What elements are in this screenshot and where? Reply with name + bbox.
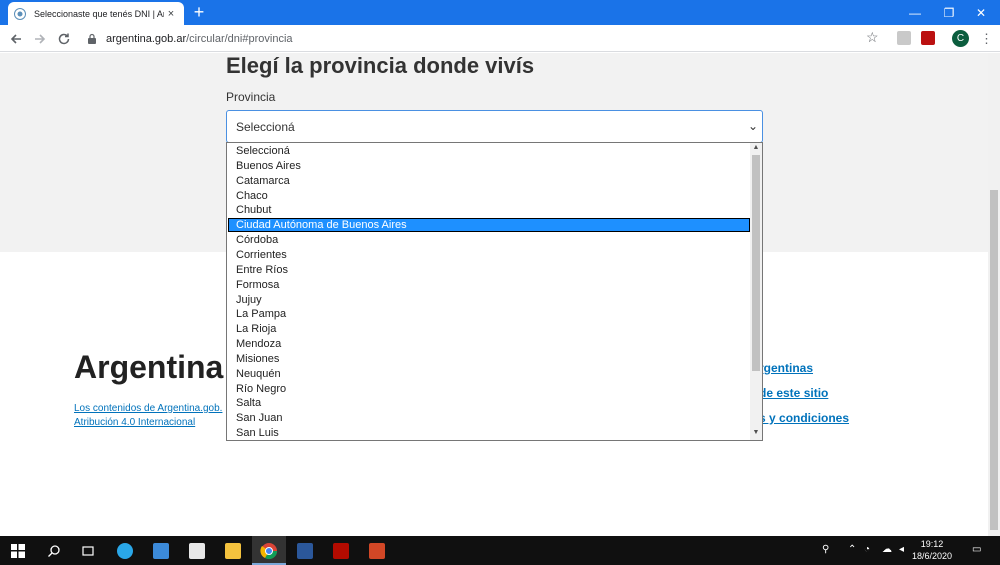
scroll-up-icon[interactable]: ▲ xyxy=(752,144,760,151)
province-label: Provincia xyxy=(226,90,276,104)
page-title: Elegí la provincia donde vivís xyxy=(226,53,535,78)
search-icon[interactable] xyxy=(42,539,66,563)
word-icon[interactable] xyxy=(293,539,317,563)
province-dropdown-list: Seleccioná Buenos Aires Catamarca Chaco Chub… xyxy=(226,142,763,441)
taskbar: ⚲ ⌃ ◔ ☁ ◂ 19:12 18/6/2020 ▭ xyxy=(0,536,1000,565)
chevron-up-icon[interactable]: ⌃ xyxy=(848,544,856,555)
dropdown-scrollbar-thumb[interactable] xyxy=(752,155,760,371)
province-option[interactable]: Formosa xyxy=(228,278,750,292)
province-option[interactable]: Córdoba xyxy=(228,233,750,247)
footer-link-site[interactable]: de este sitio xyxy=(759,386,828,400)
tab-title: Seleccionaste que tenés DNI | Ar xyxy=(34,8,164,19)
province-option[interactable]: Buenos Aires xyxy=(228,159,750,173)
powerpoint-icon[interactable] xyxy=(365,539,389,563)
chevron-down-icon: ⌄ xyxy=(747,119,758,133)
network-icon[interactable]: ◔ xyxy=(864,544,870,555)
profile-avatar[interactable]: C xyxy=(952,30,969,47)
license-link[interactable]: Los contenidos de Argentina.gob. Atribuc… xyxy=(74,402,222,430)
cloud-icon[interactable]: ☁ xyxy=(882,544,892,555)
windows-start-icon[interactable] xyxy=(6,539,30,563)
file-explorer-icon[interactable] xyxy=(221,539,245,563)
reload-icon[interactable] xyxy=(54,29,74,49)
notifications-icon[interactable]: ▭ xyxy=(972,544,981,555)
edge-icon[interactable] xyxy=(113,539,137,563)
store-icon[interactable] xyxy=(185,539,209,563)
address-bar[interactable]: argentina.gob.ar/circular/dni#provincia xyxy=(80,28,890,49)
pdf-extension-icon[interactable] xyxy=(897,31,911,45)
task-view-icon[interactable] xyxy=(76,539,100,563)
footer-link-argentinas[interactable]: rgentinas xyxy=(759,361,813,375)
back-arrow-icon[interactable] xyxy=(6,29,26,49)
select-value: Seleccioná xyxy=(236,119,295,134)
url-text: argentina.gob.ar/circular/dni#provincia xyxy=(106,32,293,45)
acrobat-extension-icon[interactable] xyxy=(921,31,935,45)
people-icon[interactable]: ⚲ xyxy=(822,544,829,555)
province-option[interactable]: Río Negro xyxy=(228,382,750,396)
bookmark-star-icon[interactable]: ☆ xyxy=(866,29,879,46)
lock-icon xyxy=(88,33,96,44)
acrobat-icon[interactable] xyxy=(329,539,353,563)
footer-link-terms[interactable]: s y condiciones xyxy=(759,411,849,425)
province-option[interactable]: La Pampa xyxy=(228,307,750,321)
province-option[interactable]: Misiones xyxy=(228,352,750,366)
province-option[interactable]: Mendoza xyxy=(228,337,750,351)
scroll-down-icon[interactable]: ▼ xyxy=(752,429,760,436)
province-option[interactable]: Salta xyxy=(228,396,750,410)
forward-arrow-icon[interactable] xyxy=(30,29,50,49)
province-option[interactable]: San Luis xyxy=(228,426,750,440)
browser-tab-strip: Seleccionaste que tenés DNI | Ar × + — ❐… xyxy=(0,0,1000,25)
province-option[interactable]: Seleccioná xyxy=(228,144,750,158)
new-tab-button[interactable]: + xyxy=(190,3,208,21)
province-option[interactable]: Entre Ríos xyxy=(228,263,750,277)
taskbar-clock[interactable]: 19:12 18/6/2020 xyxy=(912,538,952,562)
minimize-button[interactable]: — xyxy=(896,0,934,25)
volume-icon[interactable]: ◂ xyxy=(899,544,904,555)
province-option[interactable]: Catamarca xyxy=(228,174,750,188)
province-option[interactable]: Chaco xyxy=(228,189,750,203)
browser-toolbar: argentina.gob.ar/circular/dni#provincia … xyxy=(0,25,1000,52)
argentina-seal-icon xyxy=(14,7,26,20)
menu-kebab-icon[interactable]: ⋮ xyxy=(980,31,993,47)
province-option[interactable]: Neuquén xyxy=(228,367,750,381)
chrome-icon[interactable] xyxy=(257,539,281,563)
province-option[interactable]: La Rioja xyxy=(228,322,750,336)
page-scrollbar-thumb[interactable] xyxy=(990,190,998,530)
browser-tab[interactable]: Seleccionaste que tenés DNI | Ar × xyxy=(8,2,184,25)
province-select[interactable]: Seleccioná ⌄ xyxy=(226,110,763,143)
province-option[interactable]: Corrientes xyxy=(228,248,750,262)
visual-studio-icon[interactable] xyxy=(149,539,173,563)
province-option[interactable]: Jujuy xyxy=(228,293,750,307)
province-option[interactable]: Chubut xyxy=(228,203,750,217)
tab-close-icon[interactable]: × xyxy=(164,8,178,20)
province-option[interactable]: Ciudad Autónoma de Buenos Aires xyxy=(228,218,750,233)
close-window-button[interactable]: ✕ xyxy=(962,0,1000,25)
province-option[interactable]: San Juan xyxy=(228,411,750,425)
